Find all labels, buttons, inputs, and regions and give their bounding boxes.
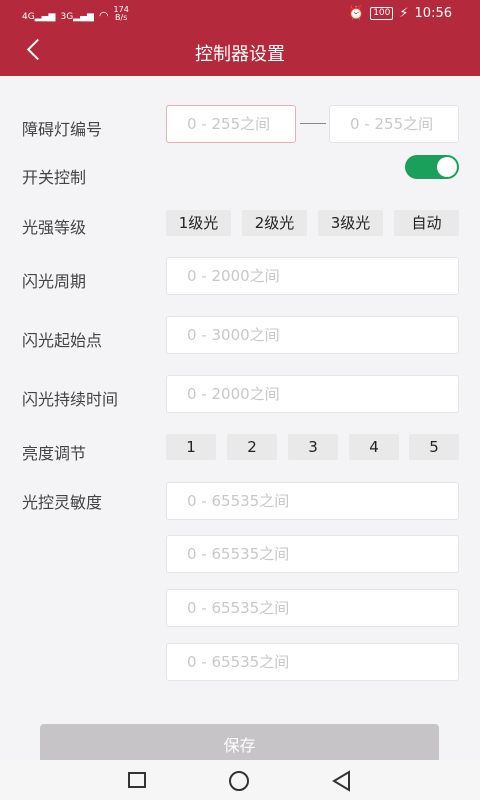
brightness-1-button[interactable]: 1 xyxy=(166,434,216,460)
clock: 10:56 xyxy=(414,6,452,21)
network-speed: 174 B/s xyxy=(113,5,129,22)
flash-duration-input[interactable]: 0 - 2000之间 xyxy=(166,375,459,413)
sensitivity-input-1[interactable]: 0 - 65535之间 xyxy=(166,482,459,520)
charging-icon: ⚡ xyxy=(399,6,409,21)
sensitivity-label: 光控灵敏度 xyxy=(22,493,103,512)
app-header: 4G▂▄▆ 3G▂▄▆ ◠ 174 B/s ⏰ 100 ⚡ 10:56 控制器设… xyxy=(0,0,480,76)
alarm-icon: ⏰ xyxy=(348,6,365,21)
flash-period-input[interactable]: 0 - 2000之间 xyxy=(166,257,459,295)
system-nav-bar xyxy=(0,760,480,800)
flash-duration-label: 闪光持续时间 xyxy=(22,390,119,409)
brightness-4-button[interactable]: 4 xyxy=(349,434,399,460)
light-level-1-button[interactable]: 1级光 xyxy=(166,210,231,236)
flash-start-input[interactable]: 0 - 3000之间 xyxy=(166,316,459,354)
light-level-2-button[interactable]: 2级光 xyxy=(242,210,307,236)
sensitivity-input-3[interactable]: 0 - 65535之间 xyxy=(166,589,459,627)
page-title: 控制器设置 xyxy=(195,44,285,65)
light-level-auto-button[interactable]: 自动 xyxy=(394,210,459,236)
save-button[interactable]: 保存 xyxy=(40,724,439,764)
battery-icon: 100 xyxy=(370,7,394,20)
flash-period-label: 闪光周期 xyxy=(22,272,87,291)
recent-apps-icon[interactable] xyxy=(128,772,146,788)
switch-toggle[interactable] xyxy=(405,155,459,179)
range-dash xyxy=(300,123,326,124)
obstacle-from-input[interactable]: 0 - 255之间 xyxy=(166,105,296,143)
light-level-3-button[interactable]: 3级光 xyxy=(318,210,383,236)
signal-3g-icon: 3G▂▄▆ xyxy=(60,12,94,22)
sensitivity-input-2[interactable]: 0 - 65535之间 xyxy=(166,535,459,573)
brightness-3-button[interactable]: 3 xyxy=(288,434,338,460)
obstacle-light-label: 障碍灯编号 xyxy=(22,120,103,139)
flash-start-label: 闪光起始点 xyxy=(22,331,103,350)
switch-control-label: 开关控制 xyxy=(22,168,87,187)
brightness-2-button[interactable]: 2 xyxy=(227,434,277,460)
brightness-5-button[interactable]: 5 xyxy=(409,434,459,460)
obstacle-to-input[interactable]: 0 - 255之间 xyxy=(329,105,459,143)
sensitivity-input-4[interactable]: 0 - 65535之间 xyxy=(166,643,459,681)
brightness-label: 亮度调节 xyxy=(22,444,87,463)
signal-4g-icon: 4G▂▄▆ xyxy=(22,12,56,22)
light-level-label: 光强等级 xyxy=(22,218,87,237)
status-bar: 4G▂▄▆ 3G▂▄▆ ◠ 174 B/s ⏰ 100 ⚡ 10:56 xyxy=(0,4,480,26)
wifi-icon: ◠ xyxy=(98,9,109,22)
toggle-knob xyxy=(437,157,457,177)
home-icon[interactable] xyxy=(229,771,249,791)
back-triangle-icon[interactable] xyxy=(331,770,353,792)
